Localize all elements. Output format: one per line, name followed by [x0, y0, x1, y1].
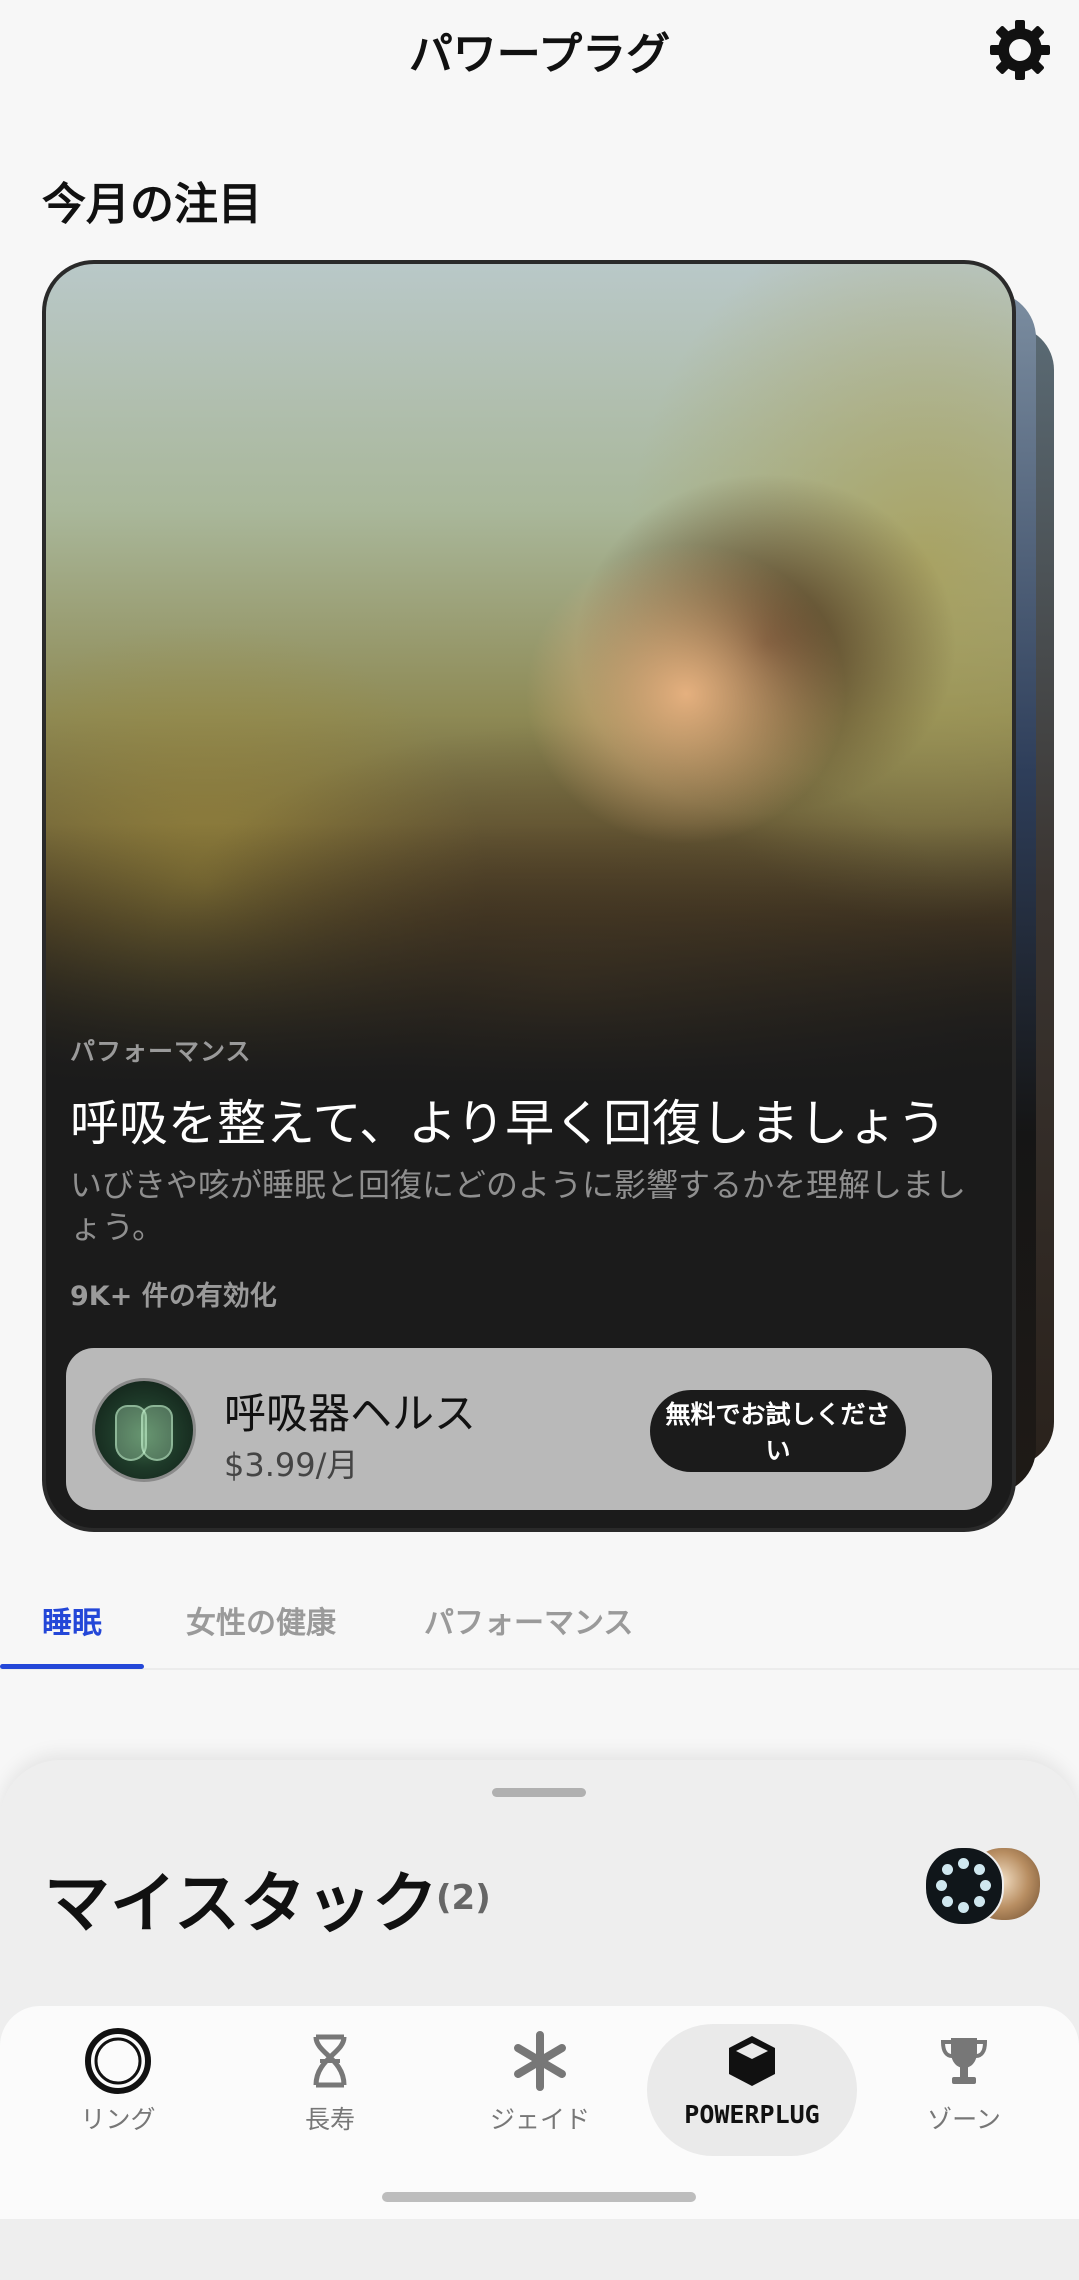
product-row[interactable]: 呼吸器ヘルス $3.99/月 無料でお試しください [66, 1348, 992, 1510]
nav-powerplug[interactable]: POWERPLUG [647, 2024, 857, 2156]
cube-icon [726, 2024, 778, 2098]
asterisk-icon [510, 2024, 570, 2098]
dna-icon [310, 2024, 350, 2098]
featured-card[interactable]: パフォーマンス 呼吸を整えて、より早く回復しましょう いびきや咳が睡眠と回復にど… [42, 260, 1016, 1532]
system-home-indicator[interactable] [382, 2192, 696, 2202]
nav-longevity-label: 長寿 [304, 2105, 355, 2134]
activation-count: 9K+ 件の有効化 [70, 1281, 277, 1312]
tab-womens-health[interactable]: 女性の健康 [186, 1598, 336, 1642]
tab-performance[interactable]: パフォーマンス [424, 1598, 633, 1642]
nav-jade-label: ジェイド [489, 2105, 590, 2134]
product-price: $3.99/月 [224, 1446, 359, 1484]
trophy-icon [939, 2024, 989, 2098]
stack-plug-avatar-1[interactable] [924, 1846, 1004, 1926]
ring-icon [82, 2024, 154, 2098]
featured-card-image [46, 264, 1012, 1084]
section-title: 今月の注目 [42, 179, 262, 230]
nav-ring-label: リング [80, 2105, 156, 2134]
nav-zone[interactable]: ゾーン [874, 2024, 1054, 2156]
nav-longevity[interactable]: 長寿 [240, 2024, 420, 2156]
tab-divider [0, 1668, 1079, 1670]
my-stack-count: (2) [436, 1878, 491, 1918]
active-tab-indicator [0, 1664, 144, 1669]
nav-powerplug-label: POWERPLUG [684, 2100, 820, 2129]
nav-jade[interactable]: ジェイド [450, 2024, 630, 2156]
tab-sleep[interactable]: 睡眠 [42, 1598, 102, 1642]
my-stack-title: マイスタック [44, 1865, 439, 1942]
nav-ring[interactable]: リング [28, 2024, 208, 2156]
free-trial-button[interactable]: 無料でお試しください [650, 1390, 906, 1472]
settings-gear-icon[interactable] [988, 18, 1052, 82]
card-description: いびきや咳が睡眠と回復にどのように影響するかを理解しましょう。 [70, 1166, 967, 1246]
card-heading: 呼吸を整えて、より早く回復しましょう [70, 1095, 947, 1152]
card-category-tag: パフォーマンス [70, 1037, 252, 1066]
sheet-drag-handle[interactable] [492, 1788, 586, 1797]
nav-zone-label: ゾーン [927, 2105, 1001, 2134]
app-title: パワープラグ [408, 29, 671, 80]
product-name: 呼吸器ヘルス [224, 1389, 477, 1438]
lungs-icon [92, 1378, 196, 1482]
